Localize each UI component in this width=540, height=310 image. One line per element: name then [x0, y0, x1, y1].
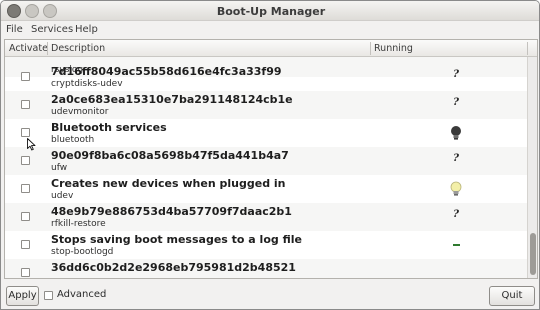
activate-checkbox[interactable] [21, 240, 30, 249]
services-list: Activate Description Running rsyslog 7d1… [4, 39, 538, 279]
vertical-scrollbar[interactable] [527, 57, 537, 278]
quit-button[interactable]: Quit [489, 286, 535, 306]
service-description: Stops saving boot messages to a log file [51, 233, 302, 246]
list-item[interactable]: 7d16ff8049ac55b58d616e4fc3a33f99 cryptdi… [5, 63, 527, 91]
title-bar: Boot-Up Manager [1, 1, 539, 21]
mouse-pointer-icon [27, 138, 36, 154]
menu-help[interactable]: Help [75, 24, 98, 35]
unknown-status-icon: ? [453, 97, 459, 108]
service-description: 2a0ce683ea15310e7ba291148124cb1e [51, 93, 293, 106]
service-description: 48e9b79e886753d4ba57709f7daac2b1 [51, 205, 292, 218]
lightbulb-on-icon [447, 181, 465, 197]
service-name: ufw [51, 163, 68, 173]
column-separator [370, 42, 371, 55]
list-item[interactable]: 90e09f8ba6c08a5698b47f5da441b4a7 ufw ? [5, 147, 527, 175]
boot-up-manager-window: Boot-Up Manager File Services Help Activ… [0, 0, 540, 310]
column-separator [527, 42, 528, 55]
scrollbar-thumb[interactable] [530, 233, 536, 275]
menu-file[interactable]: File [6, 24, 23, 35]
column-header-activate[interactable]: Activate [9, 43, 48, 54]
activate-checkbox[interactable] [21, 100, 30, 109]
lightbulb-off-icon [447, 125, 465, 141]
list-item[interactable]: 36dd6c0b2d2e2968eb795981d2b48521 [5, 259, 527, 278]
unknown-status-icon: ? [453, 209, 459, 220]
activate-checkbox[interactable] [21, 156, 30, 165]
activate-checkbox[interactable] [21, 128, 30, 137]
column-separator [47, 42, 48, 55]
activate-checkbox[interactable] [21, 212, 30, 221]
service-description: 90e09f8ba6c08a5698b47f5da441b4a7 [51, 149, 289, 162]
unknown-status-icon: ? [453, 69, 459, 80]
list-header: Activate Description Running [5, 40, 537, 57]
apply-button[interactable]: Apply [6, 286, 39, 306]
list-rows: rsyslog 7d16ff8049ac55b58d616e4fc3a33f99… [5, 57, 527, 278]
service-description: Bluetooth services [51, 121, 167, 134]
list-item[interactable]: 2a0ce683ea15310e7ba291148124cb1e udevmon… [5, 91, 527, 119]
service-name: udev [51, 191, 74, 201]
list-item[interactable]: 48e9b79e886753d4ba57709f7daac2b1 rfkill-… [5, 203, 527, 231]
service-name: rfkill-restore [51, 219, 106, 229]
menu-services[interactable]: Services [31, 24, 73, 35]
activate-checkbox[interactable] [21, 72, 30, 81]
unknown-status-icon: ? [453, 153, 459, 164]
bottom-bar: Apply Advanced Quit [1, 281, 539, 309]
stopped-status-icon [447, 237, 465, 253]
list-item[interactable]: Creates new devices when plugged in udev [5, 175, 527, 203]
service-name: stop-bootlogd [51, 247, 114, 257]
advanced-label[interactable]: Advanced [57, 289, 106, 300]
column-header-description[interactable]: Description [51, 43, 105, 54]
activate-checkbox[interactable] [21, 184, 30, 193]
service-description: 36dd6c0b2d2e2968eb795981d2b48521 [51, 261, 296, 274]
service-name: bluetooth [51, 135, 95, 145]
service-name: cryptdisks-udev [51, 79, 123, 89]
service-name: udevmonitor [51, 107, 109, 117]
list-item[interactable]: Bluetooth services bluetooth [5, 119, 527, 147]
service-description: 7d16ff8049ac55b58d616e4fc3a33f99 [51, 65, 282, 78]
menu-bar: File Services Help [1, 21, 539, 39]
list-item[interactable]: Stops saving boot messages to a log file… [5, 231, 527, 259]
window-title: Boot-Up Manager [216, 5, 326, 18]
advanced-checkbox[interactable] [44, 291, 53, 300]
column-header-running[interactable]: Running [374, 43, 413, 54]
activate-checkbox[interactable] [21, 268, 30, 277]
service-description: Creates new devices when plugged in [51, 177, 286, 190]
